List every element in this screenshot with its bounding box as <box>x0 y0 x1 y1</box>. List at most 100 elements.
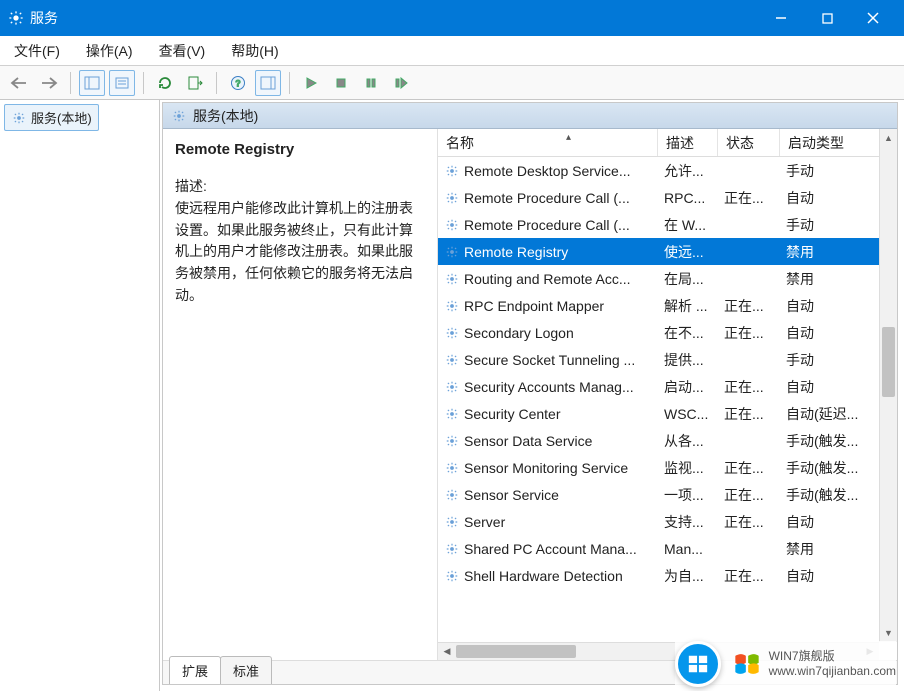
gear-icon <box>444 244 460 260</box>
toolbar: ? <box>0 66 904 100</box>
table-row[interactable]: Sensor Monitoring Service监视...正在...手动(触发… <box>438 454 897 481</box>
gear-icon <box>444 163 460 179</box>
watermark: WIN7旗舰版 www.win7qijianban.com <box>675 641 896 687</box>
scroll-thumb[interactable] <box>456 645 576 658</box>
menu-view[interactable]: 查看(V) <box>153 37 212 65</box>
cell-status: 正在... <box>718 377 780 397</box>
restart-service-button[interactable] <box>388 70 414 96</box>
cell-startup-type: 禁用 <box>780 242 880 262</box>
table-row[interactable]: Secure Socket Tunneling ...提供...手动 <box>438 346 897 373</box>
cell-service-name: Shell Hardware Detection <box>438 568 658 584</box>
service-name-text: Secure Socket Tunneling ... <box>464 352 635 368</box>
table-body: Remote Desktop Service...允许...手动Remote P… <box>438 157 897 660</box>
minimize-button[interactable] <box>758 0 804 36</box>
cell-status: 正在... <box>718 323 780 343</box>
gear-icon <box>11 110 27 126</box>
help-button[interactable]: ? <box>225 70 251 96</box>
table-row[interactable]: Remote Registry使远... 禁用 <box>438 238 897 265</box>
action-pane-button[interactable] <box>255 70 281 96</box>
vertical-scrollbar[interactable]: ▲ ▼ <box>879 129 897 642</box>
gear-icon <box>444 514 460 530</box>
gear-icon <box>444 487 460 503</box>
table-row[interactable]: Secondary Logon 在不...正在...自动 <box>438 319 897 346</box>
cell-startup-type: 自动 <box>780 323 880 343</box>
cell-service-name: RPC Endpoint Mapper <box>438 298 658 314</box>
cell-status: 正在... <box>718 485 780 505</box>
cell-service-name: Remote Registry <box>438 244 658 260</box>
description-label: 描述: <box>175 176 425 196</box>
column-header-name[interactable]: 名称 <box>438 129 658 156</box>
show-hide-console-tree-button[interactable] <box>79 70 105 96</box>
gear-icon <box>444 541 460 557</box>
scroll-thumb[interactable] <box>882 327 895 397</box>
properties-button[interactable] <box>109 70 135 96</box>
cell-startup-type: 禁用 <box>780 269 880 289</box>
window-title: 服务 <box>30 8 758 28</box>
windows-7-logo-icon <box>733 650 761 678</box>
table-row[interactable]: Security CenterWSC...正在...自动(延迟... <box>438 400 897 427</box>
scroll-track[interactable] <box>880 147 897 624</box>
column-header-description[interactable]: 描述 <box>658 129 718 156</box>
tab-extended[interactable]: 扩展 <box>169 656 221 684</box>
table-row[interactable]: Shared PC Account Mana...Man...禁用 <box>438 535 897 562</box>
cell-description: 使远... <box>658 242 718 262</box>
watermark-line1: WIN7旗舰版 <box>769 649 896 664</box>
cell-description: 支持... <box>658 512 718 532</box>
table-row[interactable]: Security Accounts Manag...启动...正在...自动 <box>438 373 897 400</box>
gear-icon <box>444 325 460 341</box>
close-button[interactable] <box>850 0 896 36</box>
table-row[interactable]: Sensor Data Service从各...手动(触发... <box>438 427 897 454</box>
cell-status: 正在... <box>718 296 780 316</box>
cell-service-name: Sensor Service <box>438 487 658 503</box>
menu-file[interactable]: 文件(F) <box>8 37 66 65</box>
column-header-startup-type[interactable]: 启动类型 <box>780 129 880 156</box>
nav-back-button[interactable] <box>6 70 32 96</box>
gear-icon <box>444 460 460 476</box>
cell-service-name: Secure Socket Tunneling ... <box>438 352 658 368</box>
gear-icon <box>444 271 460 287</box>
service-name-text: Secondary Logon <box>464 325 574 341</box>
scroll-left-arrow-icon[interactable]: ◀ <box>438 646 456 657</box>
toolbar-separator <box>143 72 144 94</box>
maximize-button[interactable] <box>804 0 850 36</box>
table-row[interactable]: Remote Procedure Call (...在 W...手动 <box>438 211 897 238</box>
table-row[interactable]: Sensor Service一项...正在...手动(触发... <box>438 481 897 508</box>
pause-service-button[interactable] <box>358 70 384 96</box>
table-row[interactable]: Shell Hardware Detection为自...正在...自动 <box>438 562 897 589</box>
cell-service-name: Remote Procedure Call (... <box>438 190 658 206</box>
stop-service-button[interactable] <box>328 70 354 96</box>
watermark-line2: www.win7qijianban.com <box>769 664 896 679</box>
table-row[interactable]: Routing and Remote Acc...在局...禁用 <box>438 265 897 292</box>
menubar: 文件(F) 操作(A) 查看(V) 帮助(H) <box>0 36 904 66</box>
table-row[interactable]: Server支持...正在...自动 <box>438 508 897 535</box>
cell-startup-type: 自动 <box>780 296 880 316</box>
table-row[interactable]: Remote Desktop Service...允许...手动 <box>438 157 897 184</box>
start-service-button[interactable] <box>298 70 324 96</box>
services-table: 名称 ▴ 描述 状态 启动类型 Remote Desktop Service..… <box>438 129 897 660</box>
scroll-up-arrow-icon[interactable]: ▲ <box>880 129 897 147</box>
gear-icon <box>444 217 460 233</box>
table-row[interactable]: Remote Procedure Call (...RPC...正在...自动 <box>438 184 897 211</box>
nav-forward-button[interactable] <box>36 70 62 96</box>
service-name-text: Remote Procedure Call (... <box>464 190 630 206</box>
description-text: 使远程用户能修改此计算机上的注册表设置。如果此服务被终止，只有此计算机上的用户才… <box>175 198 425 306</box>
service-name-text: Security Center <box>464 406 560 422</box>
column-header-status[interactable]: 状态 <box>718 129 780 156</box>
menu-action[interactable]: 操作(A) <box>80 37 139 65</box>
cell-startup-type: 自动 <box>780 512 880 532</box>
cell-description: 在不... <box>658 323 718 343</box>
refresh-button[interactable] <box>152 70 178 96</box>
table-row[interactable]: RPC Endpoint Mapper解析 ...正在...自动 <box>438 292 897 319</box>
tree-item-services-local[interactable]: 服务(本地) <box>4 104 99 131</box>
service-name-text: Routing and Remote Acc... <box>464 271 631 287</box>
tab-standard[interactable]: 标准 <box>220 656 272 684</box>
cell-description: 启动... <box>658 377 718 397</box>
menu-help[interactable]: 帮助(H) <box>225 37 284 65</box>
scroll-down-arrow-icon[interactable]: ▼ <box>880 624 897 642</box>
export-list-button[interactable] <box>182 70 208 96</box>
cell-startup-type: 手动 <box>780 350 880 370</box>
service-name-text: Security Accounts Manag... <box>464 379 634 395</box>
cell-status: 正在... <box>718 188 780 208</box>
cell-description: 解析 ... <box>658 296 718 316</box>
cell-status: 正在... <box>718 512 780 532</box>
